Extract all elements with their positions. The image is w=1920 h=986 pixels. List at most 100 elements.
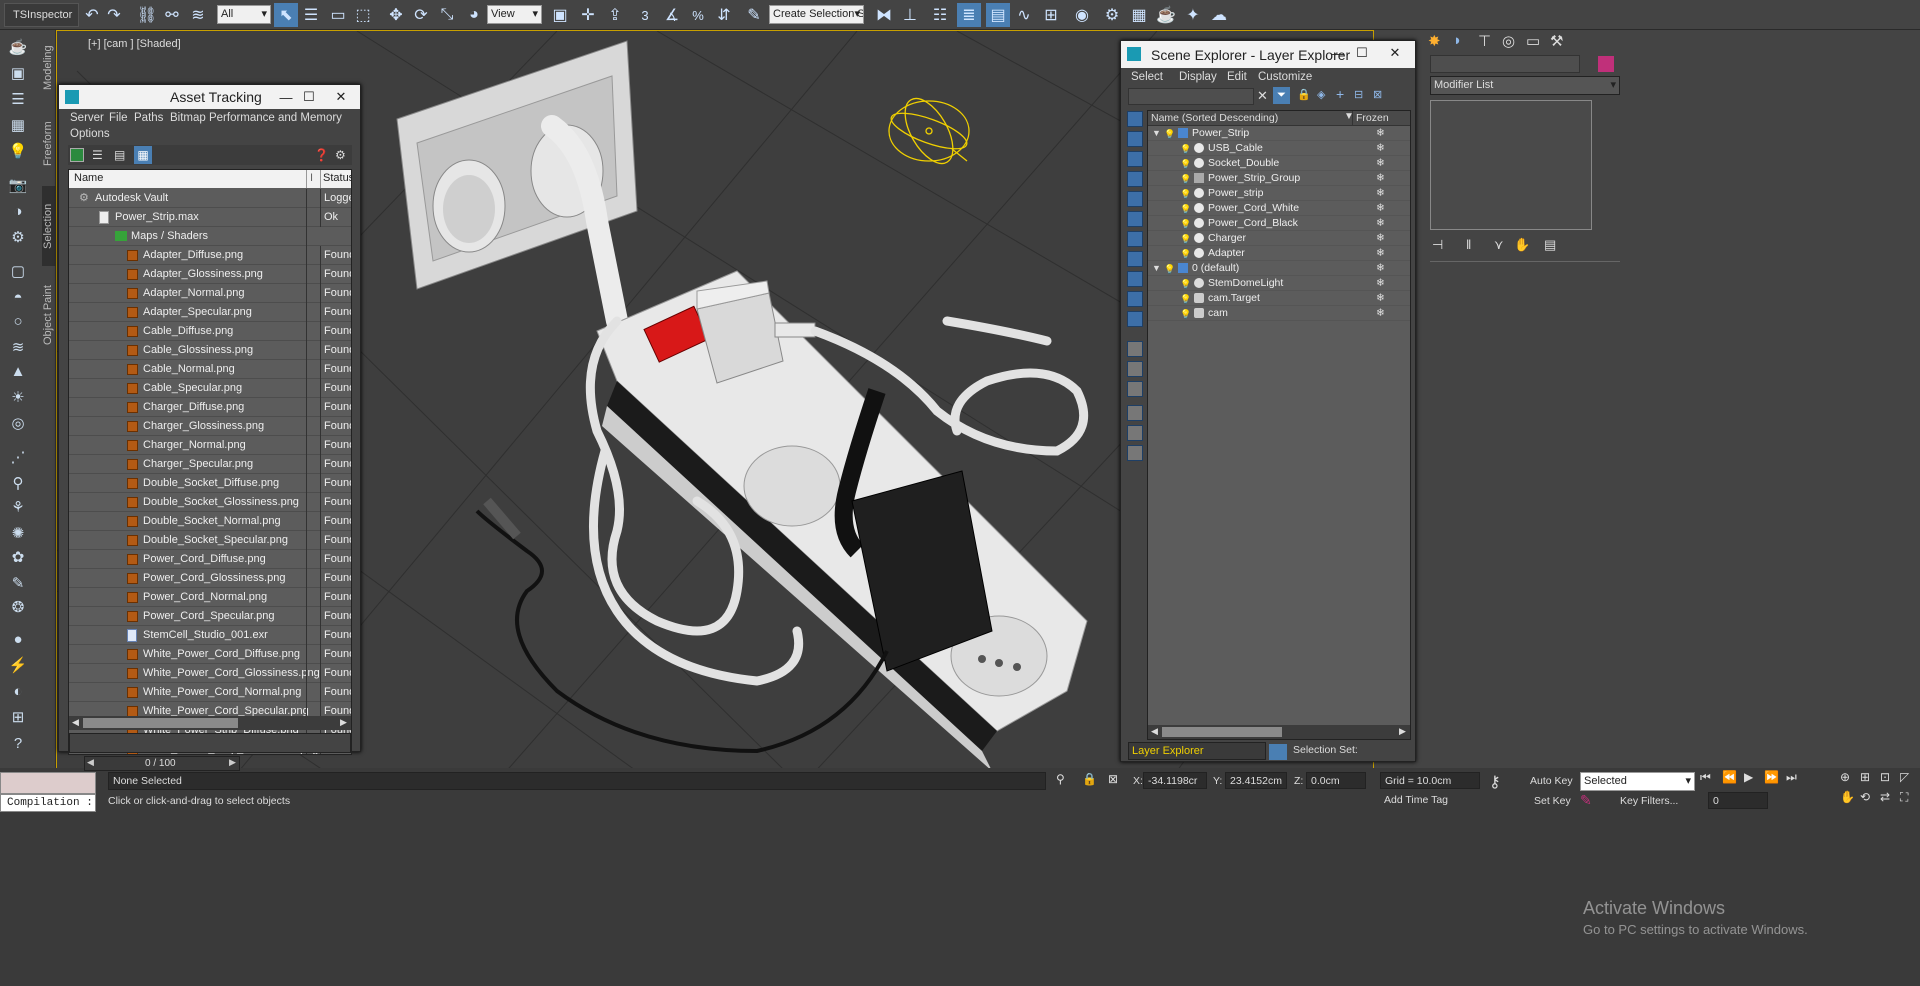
isolate-icon[interactable]: ⚲	[1056, 772, 1065, 786]
render-frame-icon[interactable]: ▣	[6, 62, 30, 84]
display-cameras-icon[interactable]	[1127, 191, 1143, 207]
walk-icon[interactable]: ⇄	[1880, 790, 1890, 804]
table-row[interactable]: Power_Strip.max Ok	[69, 208, 351, 227]
table-row[interactable]: Cable_Normal.png Found	[69, 360, 351, 379]
table-row[interactable]: Cable_Specular.png Found	[69, 379, 351, 398]
visibility-bulb-icon[interactable]: 💡	[1180, 277, 1191, 292]
camera-icon[interactable]: 📷	[6, 174, 30, 196]
edit-named-selection-icon[interactable]: ✎	[742, 3, 766, 27]
close-icon[interactable]: ✕	[1378, 43, 1412, 63]
render-setup-icon[interactable]: ⚙	[1100, 3, 1124, 27]
schematic-view-icon[interactable]: ⊞	[1039, 3, 1063, 27]
table-row[interactable]: Double_Socket_Diffuse.png Found	[69, 474, 351, 493]
unlink-icon[interactable]: ⚯	[160, 3, 184, 27]
display-geometry-icon[interactable]	[1127, 131, 1143, 147]
stack-icon[interactable]: ≋	[6, 336, 30, 358]
table-row[interactable]: Adapter_Diffuse.png Found	[69, 246, 351, 265]
display-tab-icon[interactable]: ▭	[1526, 32, 1540, 50]
visibility-bulb-icon[interactable]: 💡	[1164, 262, 1175, 277]
ribbon-icon[interactable]: ▤	[986, 3, 1010, 27]
maximize-icon[interactable]: ☐	[297, 87, 321, 107]
table-row[interactable]: Charger_Diffuse.png Found	[69, 398, 351, 417]
display-all-icon[interactable]	[1127, 341, 1143, 357]
scene-states-icon[interactable]: ⚡	[6, 654, 30, 676]
tab-modeling[interactable]: Modeling	[42, 38, 56, 98]
visibility-bulb-icon[interactable]: 💡	[1180, 307, 1191, 322]
table-row[interactable]: Power_Cord_Glossiness.png Found	[69, 569, 351, 588]
viewport-label[interactable]: [+] [cam ] [Shaded]	[88, 38, 181, 50]
add-icon[interactable]: +	[1336, 86, 1344, 102]
modifier-list-dropdown[interactable]: Modifier List	[1430, 76, 1620, 95]
horizontal-scrollbar[interactable]: ◀ ▶	[69, 716, 351, 730]
curve-editor-icon[interactable]: ∿	[1012, 3, 1036, 27]
freeze-icon[interactable]: ❄	[1376, 291, 1385, 306]
scrollbar-thumb[interactable]	[1162, 727, 1282, 737]
table-row[interactable]: Charger_Glossiness.png Found	[69, 417, 351, 436]
go-to-end-icon[interactable]: ⏭	[1786, 770, 1797, 785]
sun-icon[interactable]: ☀	[6, 386, 30, 408]
column-status[interactable]: Status	[323, 172, 351, 184]
table-row[interactable]: White_Power_Cord_Glossiness.pngFound	[69, 664, 351, 683]
object-name-input[interactable]	[1430, 55, 1580, 73]
layers-icon[interactable]: ☰	[6, 88, 30, 110]
hierarchy-tab-icon[interactable]: ⊤	[1478, 32, 1491, 50]
helper-icon[interactable]: ◑	[6, 200, 30, 222]
list-view-icon[interactable]: ☰	[92, 148, 106, 162]
table-row[interactable]: White_Power_Cord_Normal.png Found	[69, 683, 351, 702]
menu-bitmap-performance[interactable]: Bitmap Performance and Memory	[170, 112, 342, 124]
modify-tab-icon[interactable]: ◗	[1453, 32, 1462, 49]
freeze-icon[interactable]: ❄	[1376, 171, 1385, 186]
y-coordinate-field[interactable]: 23.4152cm	[1225, 772, 1287, 789]
tab-object-paint[interactable]: Object Paint	[42, 270, 56, 360]
table-row[interactable]: Adapter_Glossiness.png Found	[69, 265, 351, 284]
asset-tracking-titlebar[interactable]: Asset Tracking — ☐ ✕	[59, 85, 360, 109]
pan-icon[interactable]: ✋	[1840, 790, 1855, 804]
freeze-icon[interactable]: ❄	[1376, 261, 1385, 276]
rendered-frame-icon[interactable]: ▦	[1127, 3, 1151, 27]
mirror-icon[interactable]: ⧓	[872, 3, 896, 27]
freeze-icon[interactable]: ❄	[1376, 201, 1385, 216]
help-icon[interactable]: ❓	[314, 148, 329, 162]
previous-frame-icon[interactable]: ⏪	[1722, 770, 1737, 784]
play-icon[interactable]: ▶	[1744, 770, 1753, 784]
new-layer-icon[interactable]: ◈	[1317, 88, 1325, 101]
key-icon[interactable]: ⚷	[1489, 772, 1501, 792]
current-frame-field[interactable]: 0	[1708, 792, 1768, 809]
keyboard-shortcut-icon[interactable]: ⇪	[603, 3, 627, 27]
render-cloud-icon[interactable]: ☁	[1207, 3, 1231, 27]
render-production-icon[interactable]: ☕	[1154, 3, 1178, 27]
menu-file[interactable]: File	[109, 112, 128, 124]
scene-row[interactable]: 💡 cam.Target ❄	[1148, 291, 1410, 306]
biped-icon[interactable]: ⚘	[6, 496, 30, 518]
display-groups-icon[interactable]	[1127, 251, 1143, 267]
minimize-icon[interactable]: —	[274, 87, 298, 107]
paint-icon[interactable]: ⋰	[6, 446, 30, 468]
scene-row[interactable]: ▼ 💡 Power_Strip ❄	[1148, 126, 1410, 141]
help-icon[interactable]: ?	[6, 732, 30, 754]
key-filters-button[interactable]: Key Filters...	[1620, 795, 1678, 807]
visibility-bulb-icon[interactable]: 💡	[1180, 142, 1191, 157]
table-row[interactable]: Charger_Normal.png Found	[69, 436, 351, 455]
rectangular-selection-icon[interactable]: ▭	[326, 3, 350, 27]
cog-icon[interactable]: ✺	[6, 522, 30, 544]
display-lights-icon[interactable]	[1127, 171, 1143, 187]
display-objects-icon[interactable]	[1127, 111, 1143, 127]
pivot-center-icon[interactable]: ▣	[548, 3, 572, 27]
grid-small-icon[interactable]: ⊞	[6, 706, 30, 728]
teapot-icon[interactable]: ☕	[6, 36, 30, 58]
display-xrefs-icon[interactable]	[1127, 271, 1143, 287]
angle-snap-icon[interactable]: ∡	[660, 3, 684, 27]
freeze-icon[interactable]: ❄	[1376, 276, 1385, 291]
filter-toggle-icon[interactable]	[1127, 405, 1143, 421]
display-spacewarps-icon[interactable]	[1127, 231, 1143, 247]
plant-icon[interactable]: ✿	[6, 546, 30, 568]
select-object-icon[interactable]: ⬉	[274, 3, 298, 27]
material-editor-icon[interactable]: ◉	[1070, 3, 1094, 27]
prev-frame-icon[interactable]: ◀	[87, 757, 94, 768]
ring-icon[interactable]: ◎	[6, 412, 30, 434]
tab-selection[interactable]: Selection	[42, 186, 56, 266]
minimize-icon[interactable]: —	[1326, 43, 1350, 63]
motion-tab-icon[interactable]: ◎	[1502, 32, 1515, 50]
undo-icon[interactable]: ↶	[80, 3, 104, 27]
scene-row[interactable]: 💡 Socket_Double ❄	[1148, 156, 1410, 171]
